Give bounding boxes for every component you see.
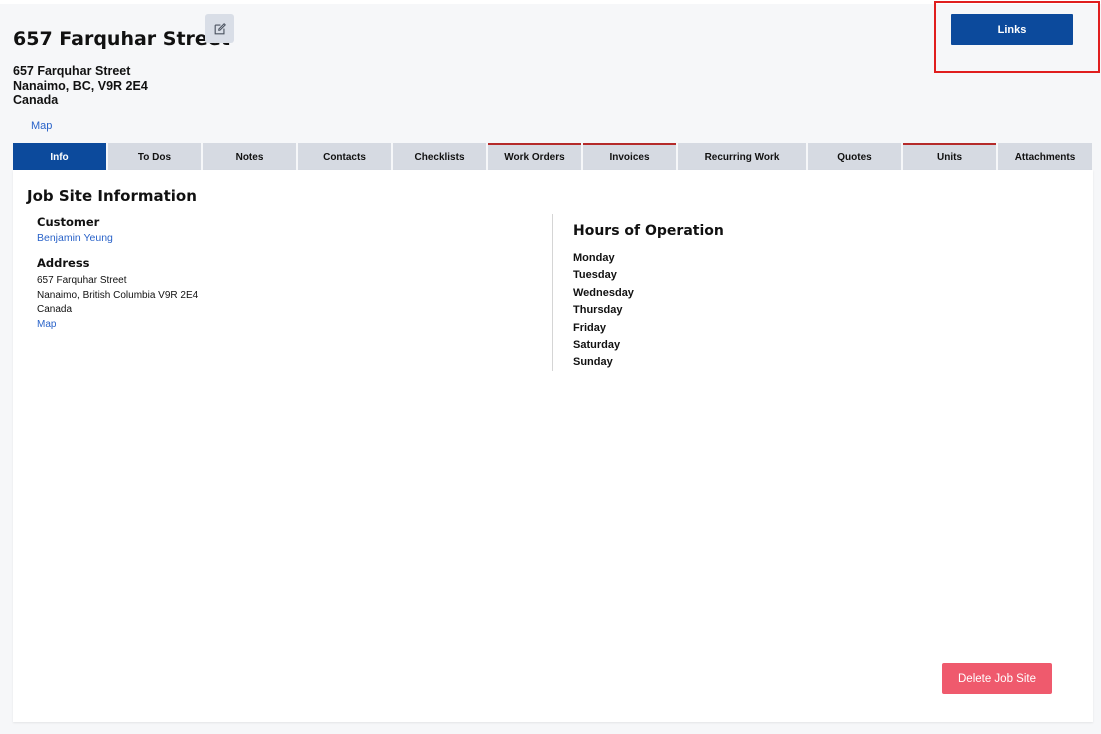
tab-quotes[interactable]: Quotes	[808, 143, 901, 170]
tab-checklists[interactable]: Checklists	[393, 143, 486, 170]
address-map-link[interactable]: Map	[37, 318, 198, 333]
header-address-line1: 657 Farquhar Street	[13, 64, 131, 78]
header-address: 657 Farquhar Street Nanaimo, BC, V9R 2E4…	[13, 64, 148, 108]
tab-bar: Info To Dos Notes Contacts Checklists Wo…	[13, 143, 1092, 170]
day-item: Thursday	[573, 304, 623, 317]
tab-attachments[interactable]: Attachments	[998, 143, 1092, 170]
address-label: Address	[37, 256, 90, 270]
address-line: 657 Farquhar Street	[37, 275, 127, 286]
address-line: Canada	[37, 304, 73, 315]
section-title: Job Site Information	[27, 187, 197, 205]
address-lines: 657 Farquhar Street Nanaimo, British Col…	[37, 274, 198, 332]
day-item: Monday	[573, 252, 615, 264]
delete-job-site-button[interactable]: Delete Job Site	[942, 663, 1052, 694]
day-item: Sunday	[573, 356, 613, 369]
tab-work-orders[interactable]: Work Orders	[488, 143, 581, 170]
customer-link[interactable]: Benjamin Yeung	[37, 232, 113, 244]
pencil-square-icon	[214, 22, 226, 34]
tab-notes[interactable]: Notes	[203, 143, 296, 170]
address-line: Nanaimo, British Columbia V9R 2E4	[37, 289, 199, 301]
column-divider	[552, 214, 553, 371]
customer-label: Customer	[37, 215, 100, 229]
tab-info[interactable]: Info	[13, 143, 106, 170]
header-address-line3: Canada	[13, 93, 59, 107]
links-button[interactable]: Links	[951, 14, 1073, 45]
day-item: Saturday	[573, 339, 621, 352]
tab-contacts[interactable]: Contacts	[298, 143, 391, 170]
header-address-line2: Nanaimo, BC, V9R 2E4	[13, 78, 148, 93]
page-title: 657 Farquhar Street	[13, 28, 230, 50]
day-item: Tuesday	[573, 269, 617, 282]
day-item: Wednesday	[573, 286, 634, 299]
hours-title: Hours of Operation	[573, 223, 724, 239]
tab-to-dos[interactable]: To Dos	[108, 143, 201, 170]
days-list: Monday Tuesday Wednesday Thursday Friday…	[573, 250, 634, 372]
tab-invoices[interactable]: Invoices	[583, 143, 676, 170]
header-map-link[interactable]: Map	[31, 120, 52, 132]
day-item: Friday	[573, 321, 607, 334]
tab-units[interactable]: Units	[903, 143, 996, 170]
info-panel: Job Site Information Customer Benjamin Y…	[13, 170, 1093, 722]
edit-button[interactable]	[205, 14, 234, 43]
tab-recurring-work[interactable]: Recurring Work	[678, 143, 806, 170]
